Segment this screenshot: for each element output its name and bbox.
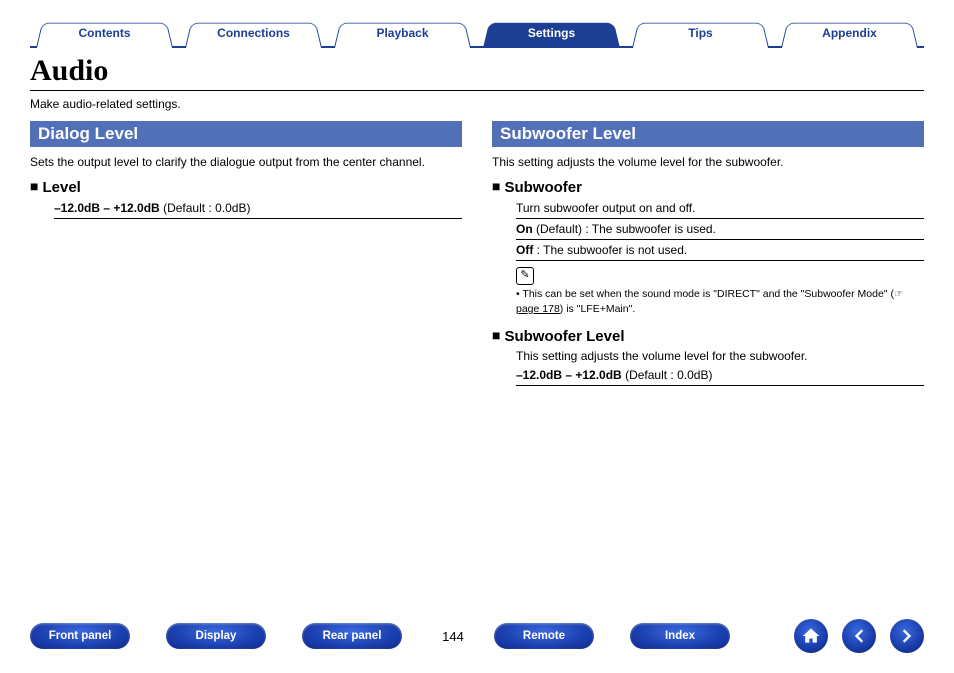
sub-head-subwoofer: ■Subwoofer: [492, 179, 924, 196]
level-range-row: –12.0dB – +12.0dB (Default : 0.0dB): [54, 198, 462, 219]
btn-front-panel[interactable]: Front panel: [30, 623, 130, 649]
btn-display[interactable]: Display: [166, 623, 266, 649]
sub-head-level: ■Level: [30, 179, 462, 196]
top-tabs: Contents Connections Playback Settings T…: [30, 20, 924, 48]
section-dialog-level: Dialog Level: [30, 121, 462, 147]
home-button[interactable]: [794, 619, 828, 653]
reference-icon: ☞: [894, 289, 903, 300]
note-icon: ✎: [516, 267, 534, 285]
back-button[interactable]: [842, 619, 876, 653]
btn-remote[interactable]: Remote: [494, 623, 594, 649]
square-bullet-icon: ■: [492, 178, 500, 194]
arrow-left-icon: [849, 626, 869, 646]
btn-rear-panel[interactable]: Rear panel: [302, 623, 402, 649]
page-title: Audio: [30, 54, 924, 91]
subwoofer-level-desc: This setting adjusts the volume level fo…: [492, 155, 924, 169]
tab-playback[interactable]: Playback: [328, 20, 477, 46]
tab-tips[interactable]: Tips: [626, 20, 775, 46]
bottom-bar: Front panel Display Rear panel 144 Remot…: [30, 619, 924, 653]
forward-button[interactable]: [890, 619, 924, 653]
home-icon: [801, 626, 821, 646]
subwoofer-row-on: On (Default) : The subwoofer is used.: [516, 219, 924, 240]
link-page-178[interactable]: page 178: [516, 303, 560, 315]
tab-contents[interactable]: Contents: [30, 20, 179, 46]
tab-connections[interactable]: Connections: [179, 20, 328, 46]
page-number: 144: [438, 629, 468, 644]
square-bullet-icon: ■: [492, 327, 500, 343]
subwoofer-row-intro: Turn subwoofer output on and off.: [516, 198, 924, 219]
subwoofer-level-range-row: –12.0dB – +12.0dB (Default : 0.0dB): [516, 365, 924, 386]
section-subwoofer-level: Subwoofer Level: [492, 121, 924, 147]
btn-index[interactable]: Index: [630, 623, 730, 649]
note-text: • This can be set when the sound mode is…: [516, 287, 924, 316]
tab-appendix[interactable]: Appendix: [775, 20, 924, 46]
sub-head-subwoofer-level: ■Subwoofer Level: [492, 328, 924, 345]
left-column: Dialog Level Sets the output level to cl…: [30, 121, 462, 386]
arrow-right-icon: [897, 626, 917, 646]
square-bullet-icon: ■: [30, 178, 38, 194]
tab-settings[interactable]: Settings: [477, 20, 626, 46]
subwoofer-row-off: Off : The subwoofer is not used.: [516, 240, 924, 261]
dialog-level-desc: Sets the output level to clarify the dia…: [30, 155, 462, 169]
page-desc: Make audio-related settings.: [30, 97, 924, 111]
right-column: Subwoofer Level This setting adjusts the…: [492, 121, 924, 386]
subwoofer-level-sub-desc: This setting adjusts the volume level fo…: [516, 347, 924, 365]
